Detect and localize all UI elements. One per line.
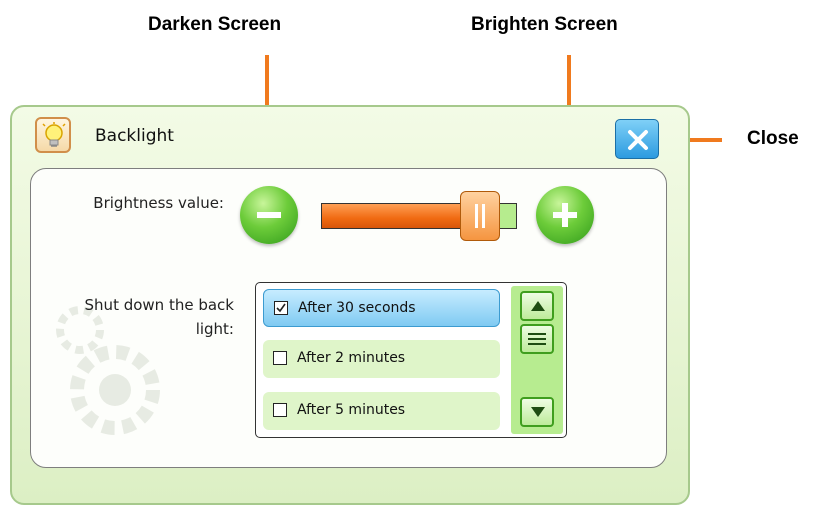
brighten-button[interactable]	[536, 186, 594, 244]
brightness-slider-fill	[322, 204, 473, 228]
dialog-title: Backlight	[95, 126, 174, 146]
callout-darken-screen: Darken Screen	[148, 14, 282, 35]
scroll-thumb[interactable]	[520, 324, 554, 354]
checkbox-checked-icon[interactable]	[274, 301, 288, 315]
option-30-seconds[interactable]: After 30 seconds	[263, 289, 500, 327]
options-scrollbar[interactable]	[511, 286, 563, 434]
callout-brighten-screen: Brighten Screen	[471, 14, 618, 35]
option-2-minutes[interactable]: After 2 minutes	[263, 340, 500, 378]
option-label: After 5 minutes	[297, 402, 406, 418]
option-label: After 2 minutes	[297, 350, 406, 366]
shutdown-label-line1: Shut down the back	[84, 296, 234, 314]
option-5-minutes[interactable]: After 5 minutes	[263, 392, 500, 430]
darken-button[interactable]	[240, 186, 298, 244]
close-button[interactable]	[615, 119, 659, 159]
plus-icon	[553, 203, 577, 227]
brightness-slider-thumb[interactable]	[460, 191, 500, 241]
close-x-icon	[628, 130, 648, 150]
option-label: After 30 seconds	[298, 300, 416, 316]
minus-icon	[257, 212, 281, 218]
arrow-up-icon	[531, 301, 545, 311]
checkbox-unchecked-icon[interactable]	[273, 351, 287, 365]
brightness-label: Brightness value:	[93, 194, 224, 212]
grip-lines-icon	[528, 333, 546, 345]
arrow-down-icon	[531, 407, 545, 417]
shutdown-label-line2: light:	[195, 320, 234, 338]
lightbulb-icon	[35, 117, 71, 153]
scroll-up-button[interactable]	[520, 291, 554, 321]
checkbox-unchecked-icon[interactable]	[273, 403, 287, 417]
scroll-down-button[interactable]	[520, 397, 554, 427]
callout-close: Close	[747, 128, 799, 149]
